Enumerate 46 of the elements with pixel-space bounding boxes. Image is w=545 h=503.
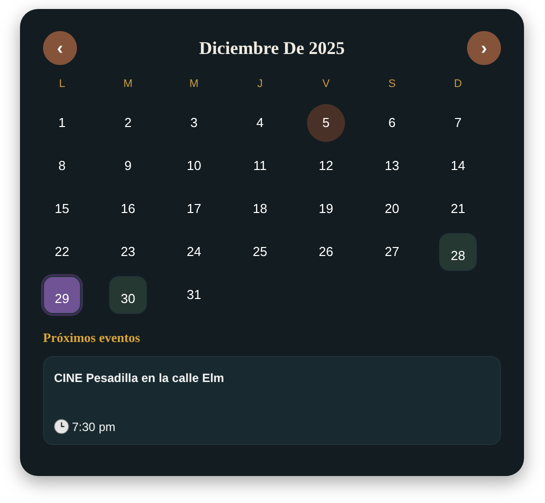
weekday-label: V	[321, 77, 331, 92]
calendar-day[interactable]: 30	[109, 276, 147, 314]
calendar-day[interactable]: 7	[439, 104, 477, 142]
previous-month-button[interactable]: ‹	[43, 31, 77, 65]
calendar-day[interactable]: 23	[109, 232, 147, 270]
calendar-day[interactable]: 9	[109, 146, 147, 184]
clock-icon	[54, 419, 69, 434]
calendar-day[interactable]: 11	[241, 146, 279, 184]
calendar-day[interactable]: 24	[175, 232, 213, 270]
calendar-day[interactable]: 13	[373, 146, 411, 184]
calendar-day[interactable]: 15	[43, 190, 81, 228]
calendar-day[interactable]: 2	[109, 104, 147, 142]
weekday-label: D	[453, 77, 463, 92]
calendar-day[interactable]: 14	[439, 146, 477, 184]
calendar-day[interactable]: 27	[373, 232, 411, 270]
calendar-day[interactable]: 21	[439, 190, 477, 228]
calendar-day[interactable]: 25	[241, 232, 279, 270]
calendar-day[interactable]: 3	[175, 104, 213, 142]
calendar-day[interactable]: 4	[241, 104, 279, 142]
calendar-day[interactable]: 19	[307, 190, 345, 228]
next-month-button[interactable]: ›	[466, 31, 501, 65]
section-heading: Próximos eventos	[43, 330, 142, 346]
calendar-day[interactable]: 6	[373, 104, 411, 142]
weekday-label: L	[58, 77, 66, 92]
calendar-day[interactable]: 5	[307, 104, 345, 142]
calendar-day[interactable]: 31	[175, 276, 213, 314]
calendar-day[interactable]: 12	[307, 146, 345, 184]
calendar-day[interactable]: 1	[43, 104, 81, 142]
event-time: 7:30 pm	[72, 420, 116, 434]
weekday-label: M	[188, 77, 200, 92]
calendar-day[interactable]: 18	[241, 190, 279, 228]
weekday-label: J	[256, 77, 264, 92]
event-title: CINE Pesadilla en la calle Elm	[54, 371, 226, 385]
calendar-day[interactable]: 10	[175, 146, 213, 184]
calendar-day[interactable]: 26	[307, 232, 345, 270]
calendar-day[interactable]: 22	[43, 232, 81, 270]
month-title: Diciembre De 2025	[199, 38, 345, 58]
calendar-day[interactable]: 8	[43, 146, 81, 184]
calendar-day[interactable]: 16	[109, 190, 147, 228]
weekday-label: S	[387, 77, 397, 92]
calendar-day[interactable]: 20	[373, 190, 411, 228]
calendar-day[interactable]: 28	[439, 232, 477, 270]
calendar-day[interactable]: 17	[175, 190, 213, 228]
weekday-label: M	[122, 77, 134, 92]
calendar-day[interactable]: 29	[43, 276, 81, 314]
event-card[interactable]: CINE Pesadilla en la calle Elm 7:30 pm	[43, 356, 501, 445]
